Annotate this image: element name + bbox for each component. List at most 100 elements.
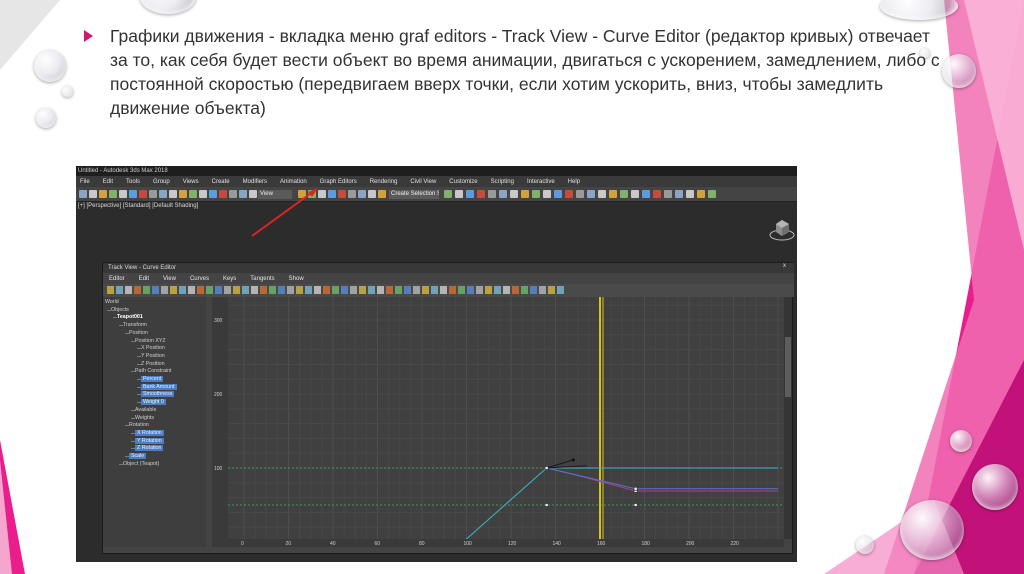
curve-tool-icon[interactable]	[287, 286, 294, 294]
curve-tool-icon[interactable]	[107, 286, 114, 294]
curve-tool-icon[interactable]	[134, 286, 141, 294]
curve-tool-icon[interactable]	[296, 286, 303, 294]
curve-tool-icon[interactable]	[224, 286, 231, 294]
curve-tool-icon[interactable]	[395, 286, 402, 294]
tree-node[interactable]: Objects	[111, 307, 129, 313]
curve-tool-icon[interactable]	[260, 286, 267, 294]
curve-tool-icon[interactable]	[467, 286, 474, 294]
graph-vertical-scrollbar[interactable]	[784, 297, 792, 539]
tree-node[interactable]: Weights	[135, 415, 154, 421]
curve-tool-icon[interactable]	[116, 286, 123, 294]
curve-tool-icon[interactable]	[170, 286, 177, 294]
tree-node[interactable]: X Position	[141, 345, 165, 351]
curve-tool-icon[interactable]	[278, 286, 285, 294]
curve-tool-icon[interactable]	[386, 286, 393, 294]
y-axis-label: 200	[214, 392, 223, 398]
ce-menu-item-curves[interactable]: Curves	[190, 276, 209, 282]
controller-tree[interactable]: World Objects Teapot001 Transform Position Po…	[103, 297, 206, 547]
ce-menu-item-editor[interactable]: Editor	[109, 276, 125, 282]
curve-tool-icon[interactable]	[440, 286, 447, 294]
tree-node[interactable]: Object (Teapot)	[123, 461, 159, 467]
x-axis-label: 120	[508, 541, 517, 547]
curve-tool-icon[interactable]	[215, 286, 222, 294]
tree-node[interactable]: Weight 0	[141, 399, 166, 406]
curve-tool-icon[interactable]	[206, 286, 213, 294]
tree-node[interactable]: Y Rotation	[135, 437, 164, 444]
scrollbar-thumb[interactable]	[785, 337, 791, 397]
curve-tool-icon[interactable]	[332, 286, 339, 294]
ce-menu-item-keys[interactable]: Keys	[223, 276, 236, 282]
curve-tool-icon[interactable]	[413, 286, 420, 294]
tree-node[interactable]: Y Position	[141, 353, 165, 359]
ce-menu-item-show[interactable]: Show	[289, 276, 304, 282]
close-icon[interactable]: x	[783, 263, 786, 269]
tree-node[interactable]: Smoothness	[141, 391, 175, 398]
curve-tool-icon[interactable]	[377, 286, 384, 294]
tree-node[interactable]: Position XYZ	[135, 338, 166, 344]
tree-node[interactable]: Transform	[123, 322, 147, 328]
curve-tool-icon[interactable]	[368, 286, 375, 294]
ce-menu-item-tangents[interactable]: Tangents	[250, 276, 274, 282]
curve-tool-icon[interactable]	[305, 286, 312, 294]
curve-tool-icon[interactable]	[557, 286, 564, 294]
curve-tool-icon[interactable]	[422, 286, 429, 294]
tree-node[interactable]: World	[105, 299, 119, 305]
curve-key[interactable]	[544, 466, 549, 470]
curve-tool-icon[interactable]	[233, 286, 240, 294]
curve-graph-svg[interactable]: 300 200 100	[212, 297, 784, 539]
curve-tool-icon[interactable]	[197, 286, 204, 294]
slide-bullet-text: Графики движения - вкладка меню graf edi…	[110, 26, 940, 118]
x-axis-label: 160	[597, 541, 606, 547]
curve-tool-icon[interactable]	[404, 286, 411, 294]
curve-key[interactable]	[633, 503, 638, 507]
curve-tool-icon[interactable]	[125, 286, 132, 294]
tree-node[interactable]: Z Rotation	[135, 445, 164, 452]
curve-tool-icon[interactable]	[485, 286, 492, 294]
curve-key[interactable]	[544, 503, 549, 507]
curve-tool-icon[interactable]	[539, 286, 546, 294]
curve-tool-icon[interactable]	[323, 286, 330, 294]
curve-tool-icon[interactable]	[476, 286, 483, 294]
x-axis-label: 180	[642, 541, 651, 547]
curve-tool-icon[interactable]	[251, 286, 258, 294]
curve-tool-icon[interactable]	[548, 286, 555, 294]
curve-tool-icon[interactable]	[449, 286, 456, 294]
curve-tool-icon[interactable]	[530, 286, 537, 294]
curve-editor-title: Track View - Curve Editor	[103, 263, 794, 273]
curve-tool-icon[interactable]	[143, 286, 150, 294]
curve-graph[interactable]: 300 200 100	[212, 297, 784, 539]
tree-node[interactable]: Bank Amount	[141, 383, 177, 390]
tree-node[interactable]: Rotation	[129, 422, 149, 428]
curve-tool-icon[interactable]	[359, 286, 366, 294]
tree-node[interactable]: Percent	[141, 376, 164, 382]
tree-node[interactable]: Z Position	[141, 361, 165, 367]
tree-node[interactable]: Teapot001	[117, 314, 143, 320]
curve-tool-icon[interactable]	[341, 286, 348, 294]
curve-tool-icon[interactable]	[458, 286, 465, 294]
x-axis-label: 0	[241, 541, 244, 547]
curve-tool-icon[interactable]	[152, 286, 159, 294]
curve-key[interactable]	[633, 486, 638, 491]
tree-node[interactable]: Position	[129, 330, 148, 336]
curve-tool-icon[interactable]	[161, 286, 168, 294]
curve-tool-icon[interactable]	[188, 286, 195, 294]
curve-tool-icon[interactable]	[494, 286, 501, 294]
tree-node[interactable]: X Rotation	[135, 429, 164, 436]
curve-tool-icon[interactable]	[242, 286, 249, 294]
curve-tool-icon[interactable]	[521, 286, 528, 294]
tree-node[interactable]: Path Constraint	[135, 368, 172, 374]
ce-menu-item-edit[interactable]: Edit	[139, 276, 149, 282]
curve-tool-icon[interactable]	[179, 286, 186, 294]
tree-node[interactable]: Scale	[129, 453, 147, 459]
curve-tool-icon[interactable]	[350, 286, 357, 294]
x-axis-label: 20	[286, 541, 292, 547]
time-ruler[interactable]: 0 20 40 60 80 100 120 140 160 180 200 220	[212, 539, 784, 547]
ce-menu-item-view[interactable]: View	[163, 276, 176, 282]
curve-editor-menubar: Editor Edit View Curves Keys Tangents Show	[103, 273, 794, 284]
tree-node[interactable]: Available	[135, 407, 156, 413]
curve-tool-icon[interactable]	[269, 286, 276, 294]
curve-tool-icon[interactable]	[314, 286, 321, 294]
curve-tool-icon[interactable]	[512, 286, 519, 294]
curve-tool-icon[interactable]	[431, 286, 438, 294]
curve-tool-icon[interactable]	[503, 286, 510, 294]
